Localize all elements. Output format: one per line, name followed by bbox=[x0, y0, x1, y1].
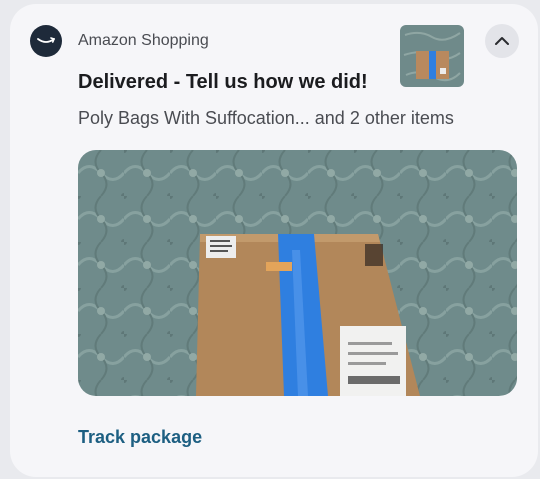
delivery-photo bbox=[78, 150, 517, 396]
track-package-button[interactable]: Track package bbox=[78, 427, 202, 448]
notification-subtitle: Poly Bags With Suffocation... and 2 othe… bbox=[78, 108, 454, 128]
amazon-app-icon bbox=[30, 25, 62, 57]
collapse-button[interactable] bbox=[485, 24, 519, 58]
chevron-up-icon bbox=[495, 37, 509, 45]
notification-title: Delivered - Tell us how we did! bbox=[78, 71, 368, 93]
app-name: Amazon Shopping bbox=[78, 32, 209, 49]
package-thumbnail bbox=[400, 25, 464, 87]
